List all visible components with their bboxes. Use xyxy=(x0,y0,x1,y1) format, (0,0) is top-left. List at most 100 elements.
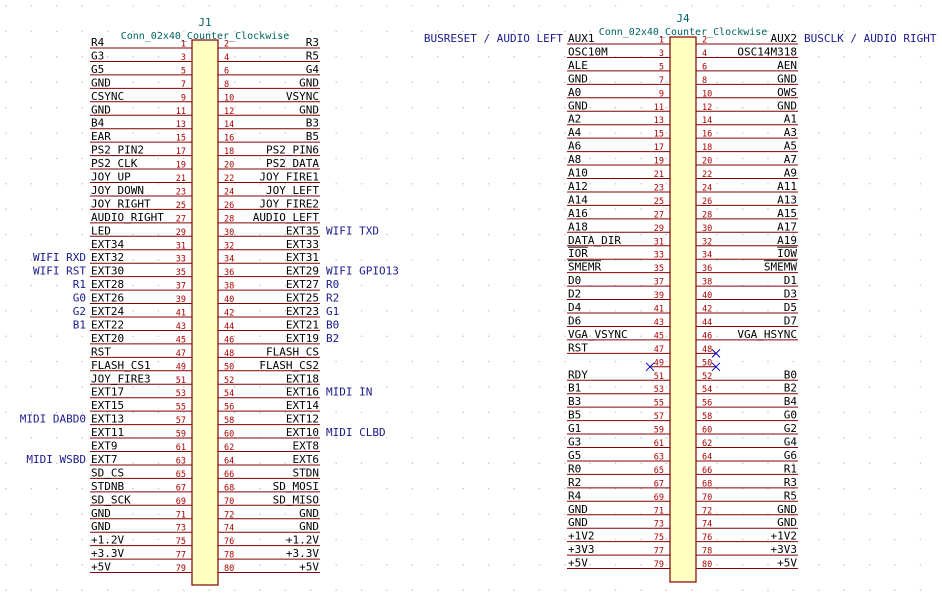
grid-dot xyxy=(614,183,617,185)
j4-pin-71-number: 71 xyxy=(654,506,664,516)
j4-net-label: GND xyxy=(777,516,797,529)
grid-dot xyxy=(513,132,515,134)
grid-dot xyxy=(259,386,261,388)
grid-dot xyxy=(818,462,820,465)
grid-dot xyxy=(56,538,58,541)
grid-dot xyxy=(386,157,388,160)
grid-dot xyxy=(665,157,668,160)
grid-dot xyxy=(589,437,591,439)
grid-dot xyxy=(894,81,896,83)
grid-dot xyxy=(487,183,490,185)
j1-net-label: GND xyxy=(91,520,111,533)
grid-dot xyxy=(132,106,134,109)
grid-dot xyxy=(437,259,439,261)
grid-dot xyxy=(335,513,338,515)
grid-dot xyxy=(462,411,465,414)
j4-net-label: R3 xyxy=(784,476,797,489)
j4-pin-37-number: 37 xyxy=(654,278,664,288)
grid-dot xyxy=(335,5,338,7)
j1-pin-19-number: 19 xyxy=(176,161,186,171)
grid-dot xyxy=(411,284,414,287)
grid-dot xyxy=(335,81,338,83)
grid-dot xyxy=(487,360,490,363)
j1-pin-34-number: 34 xyxy=(224,255,234,265)
grid-dot xyxy=(919,183,922,185)
grid-dot xyxy=(56,360,58,363)
j4-net-label: AEN xyxy=(777,59,797,72)
grid-dot xyxy=(513,513,515,515)
j1-pin-46-number: 46 xyxy=(224,335,234,345)
grid-dot xyxy=(335,564,338,566)
j1-pin-61-number: 61 xyxy=(176,443,186,453)
grid-dot xyxy=(589,411,591,414)
grid-dot xyxy=(640,106,642,109)
grid-dot xyxy=(843,81,845,83)
grid-dot xyxy=(81,513,83,515)
grid-dot xyxy=(843,564,845,566)
grid-dot xyxy=(564,513,566,515)
j4-body xyxy=(669,36,697,583)
grid-dot xyxy=(640,360,642,363)
grid-dot xyxy=(360,564,363,566)
grid-dot xyxy=(741,360,744,363)
grid-dot xyxy=(741,386,744,388)
grid-dot xyxy=(538,335,541,338)
j4-pin-22-number: 22 xyxy=(702,170,712,180)
j4-pin-9-number: 9 xyxy=(659,89,664,99)
j1-net-label: EXT31 xyxy=(286,251,319,264)
j4-net-label: +1V2 xyxy=(568,530,595,543)
grid-dot xyxy=(513,259,515,261)
grid-dot xyxy=(919,589,922,591)
j1-pin-5-number: 5 xyxy=(181,66,186,76)
grid-dot xyxy=(462,360,465,363)
j4-pin-76-number: 76 xyxy=(702,533,712,543)
grid-dot xyxy=(513,81,515,83)
j1-net-label: EXT25 xyxy=(286,292,319,305)
grid-dot xyxy=(487,411,490,414)
grid-dot xyxy=(868,564,871,566)
grid-dot xyxy=(843,411,845,414)
grid-dot xyxy=(132,538,134,541)
grid-dot xyxy=(437,284,439,287)
grid-dot xyxy=(335,56,338,58)
grid-dot xyxy=(818,56,820,58)
j1-pin-21-number: 21 xyxy=(176,174,186,184)
grid-dot xyxy=(589,360,591,363)
grid-dot xyxy=(640,462,642,465)
j1-pin-65-number: 65 xyxy=(176,470,186,480)
grid-dot xyxy=(437,487,439,490)
grid-dot xyxy=(132,5,134,7)
grid-dot xyxy=(259,538,261,541)
grid-dot xyxy=(589,132,591,134)
j1-net-label: +5V xyxy=(299,561,319,574)
j1-net-label: EXT22 xyxy=(91,318,124,331)
j4-net-label: A6 xyxy=(568,140,581,153)
j1-pin-24-number: 24 xyxy=(224,187,234,197)
j1-net-label: EXT21 xyxy=(286,318,319,331)
grid-dot xyxy=(259,513,261,515)
grid-dot xyxy=(894,259,896,261)
j4-net-label: A11 xyxy=(777,180,797,193)
grid-dot xyxy=(894,589,896,591)
grid-dot xyxy=(538,81,541,83)
grid-dot xyxy=(716,538,718,541)
grid-dot xyxy=(894,208,896,210)
grid-dot xyxy=(513,360,515,363)
grid-dot xyxy=(437,513,439,515)
grid-dot xyxy=(589,462,591,465)
grid-dot xyxy=(259,132,261,134)
grid-dot xyxy=(360,462,363,465)
grid-dot xyxy=(640,208,642,210)
j4-net-label: G1 xyxy=(568,422,581,435)
grid-dot xyxy=(843,335,845,338)
grid-dot xyxy=(335,538,338,541)
grid-dot xyxy=(919,81,922,83)
j4-pin-8-number: 8 xyxy=(702,76,707,86)
grid-dot xyxy=(487,259,490,261)
grid-dot xyxy=(56,513,58,515)
grid-dot xyxy=(335,411,338,414)
grid-dot xyxy=(843,386,845,388)
j1-pin-53-number: 53 xyxy=(176,389,186,399)
grid-dot xyxy=(513,208,515,210)
j4-net-label: A9 xyxy=(784,167,797,180)
